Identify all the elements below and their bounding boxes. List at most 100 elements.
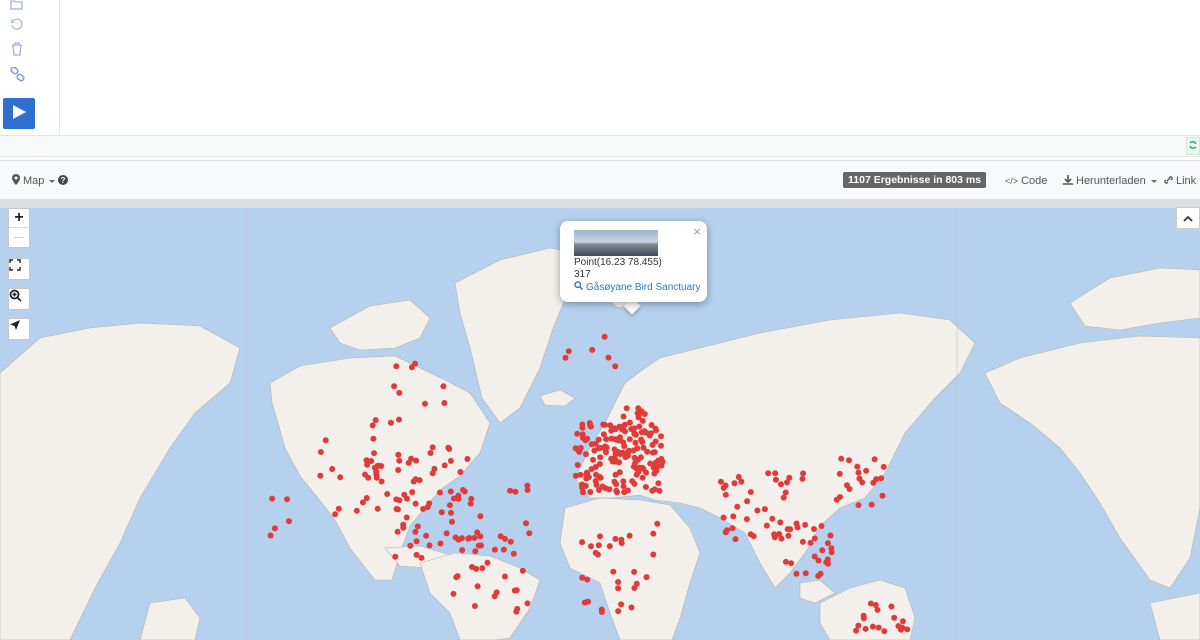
result-marker[interactable] [455, 495, 462, 502]
result-marker[interactable] [507, 538, 514, 545]
result-marker[interactable] [639, 474, 646, 481]
result-marker[interactable] [579, 424, 586, 431]
result-marker[interactable] [513, 587, 520, 594]
result-marker[interactable] [418, 554, 425, 561]
result-marker[interactable] [846, 457, 852, 464]
result-marker[interactable] [484, 559, 491, 566]
result-marker[interactable] [396, 389, 403, 396]
result-marker[interactable] [614, 489, 620, 496]
result-marker[interactable] [879, 492, 886, 499]
result-marker[interactable] [650, 530, 657, 537]
result-marker[interactable] [623, 405, 630, 412]
result-marker[interactable] [651, 470, 658, 477]
result-marker[interactable] [807, 539, 814, 546]
result-marker[interactable] [631, 568, 638, 575]
result-marker[interactable] [639, 417, 646, 424]
result-marker[interactable] [838, 455, 845, 462]
result-marker[interactable] [368, 458, 375, 464]
result-marker[interactable] [765, 470, 772, 477]
result-marker[interactable] [874, 606, 881, 613]
result-marker[interactable] [592, 478, 599, 485]
result-marker[interactable] [732, 536, 739, 543]
result-marker[interactable] [452, 534, 459, 541]
result-marker[interactable] [437, 489, 443, 496]
result-marker[interactable] [429, 444, 436, 451]
result-marker[interactable] [474, 583, 481, 590]
download-button[interactable]: Herunterladen [1063, 161, 1157, 201]
result-marker[interactable] [597, 454, 604, 461]
result-marker[interactable] [649, 441, 656, 448]
result-marker[interactable] [891, 614, 898, 621]
result-marker[interactable] [574, 462, 581, 468]
result-marker[interactable] [793, 570, 800, 577]
result-marker[interactable] [771, 531, 778, 538]
result-marker[interactable] [844, 482, 850, 489]
result-marker[interactable] [519, 567, 526, 574]
result-marker[interactable] [615, 579, 622, 585]
result-marker[interactable] [412, 500, 419, 507]
result-marker[interactable] [787, 526, 794, 533]
result-marker[interactable] [353, 507, 360, 514]
result-marker[interactable] [596, 444, 603, 451]
result-marker[interactable] [464, 456, 471, 462]
code-button[interactable]: </> Code [1005, 161, 1047, 201]
fullscreen-button[interactable] [8, 258, 30, 280]
result-marker[interactable] [815, 557, 822, 564]
result-marker[interactable] [610, 568, 617, 575]
result-marker[interactable] [412, 528, 419, 535]
result-marker[interactable] [600, 431, 607, 438]
result-marker[interactable] [722, 482, 729, 489]
result-marker[interactable] [491, 593, 498, 600]
result-marker[interactable] [855, 502, 862, 509]
result-marker[interactable] [587, 489, 594, 495]
result-marker[interactable] [658, 433, 664, 440]
result-marker[interactable] [769, 515, 776, 522]
result-marker[interactable] [635, 405, 642, 412]
result-marker[interactable] [880, 463, 887, 470]
result-marker[interactable] [772, 476, 779, 483]
result-marker[interactable] [599, 483, 606, 490]
result-marker[interactable] [617, 434, 623, 441]
result-marker[interactable] [855, 622, 862, 629]
result-marker[interactable] [747, 489, 754, 495]
result-marker[interactable] [409, 489, 416, 496]
link-icon[interactable] [8, 65, 26, 83]
result-marker[interactable] [630, 463, 637, 470]
result-marker[interactable] [407, 542, 414, 549]
result-marker[interactable] [613, 481, 620, 488]
result-marker[interactable] [800, 470, 807, 477]
result-marker[interactable] [514, 605, 521, 612]
result-marker[interactable] [605, 354, 612, 361]
result-marker[interactable] [365, 474, 372, 481]
result-marker[interactable] [450, 590, 457, 597]
result-marker[interactable] [453, 574, 460, 581]
result-marker[interactable] [322, 437, 329, 444]
locate-me-button[interactable] [8, 318, 30, 340]
result-marker[interactable] [754, 507, 761, 514]
result-marker[interactable] [628, 604, 635, 611]
result-marker[interactable] [440, 383, 447, 390]
result-marker[interactable] [579, 574, 586, 581]
result-marker[interactable] [652, 425, 659, 432]
result-marker[interactable] [438, 509, 445, 516]
result-marker[interactable] [631, 585, 638, 591]
result-marker[interactable] [404, 495, 410, 502]
result-marker[interactable] [720, 514, 727, 521]
result-marker[interactable] [579, 539, 586, 546]
result-marker[interactable] [626, 419, 633, 426]
result-marker[interactable] [426, 500, 433, 507]
zoom-out-button[interactable]: — [9, 228, 29, 247]
result-marker[interactable] [811, 535, 818, 542]
result-marker[interactable] [794, 524, 801, 531]
result-marker[interactable] [466, 535, 473, 541]
result-marker[interactable] [474, 529, 481, 536]
result-marker[interactable] [744, 498, 751, 505]
result-marker[interactable] [818, 523, 825, 529]
result-marker[interactable] [620, 423, 627, 430]
result-marker[interactable] [638, 436, 645, 443]
result-marker[interactable] [868, 501, 875, 508]
result-marker[interactable] [371, 450, 377, 457]
result-marker[interactable] [387, 419, 394, 426]
result-marker[interactable] [878, 475, 885, 482]
result-marker[interactable] [471, 534, 478, 541]
